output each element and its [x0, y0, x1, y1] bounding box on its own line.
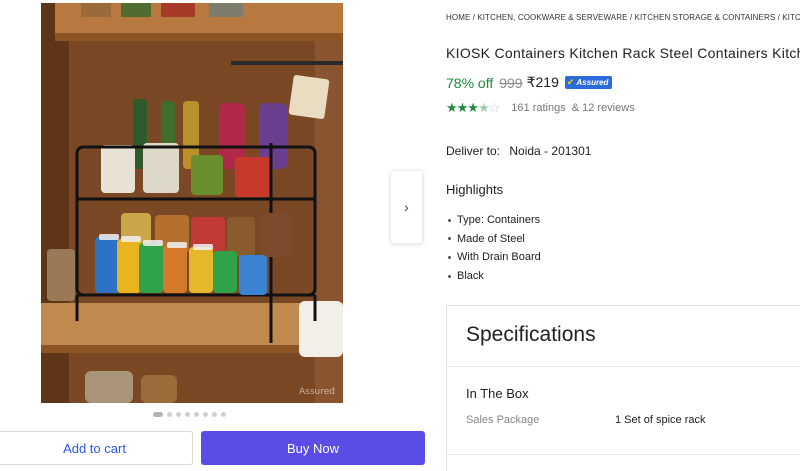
star-rating-icon: ★★★★☆: [446, 100, 500, 115]
highlight-item: Type: Containers: [446, 211, 541, 230]
product-gallery: Assured › Add to cart Buy Now: [0, 0, 430, 471]
delivery-location[interactable]: Deliver to: Noida - 201301: [446, 144, 591, 158]
discount-percent: 78% off: [446, 74, 494, 91]
spec-row: Sales Package 1 Set of spice rack: [466, 414, 706, 426]
divider: [447, 454, 800, 455]
reviews-count[interactable]: & 12 reviews: [572, 102, 635, 114]
bullet-icon: [448, 255, 451, 259]
breadcrumb[interactable]: HOME / KITCHEN, COOKWARE & SERVEWARE / K…: [446, 13, 800, 22]
price-row: 78% off 999 ₹219 ✔ Assured: [446, 74, 613, 91]
highlights-heading: Highlights: [446, 182, 504, 197]
image-pagination-dots: [153, 412, 226, 417]
assured-label: Assured: [576, 78, 609, 87]
original-price: 999: [499, 74, 523, 91]
pagination-dot[interactable]: [221, 412, 226, 417]
divider: [447, 366, 800, 367]
product-details: HOME / KITCHEN, COOKWARE & SERVEWARE / K…: [446, 0, 800, 471]
highlight-text: With Drain Board: [457, 251, 541, 264]
bullet-icon: [448, 218, 451, 222]
highlight-item: Made of Steel: [446, 230, 541, 249]
spec-section-title: In The Box: [466, 386, 529, 401]
pagination-dot[interactable]: [194, 412, 199, 417]
specifications-heading: Specifications: [466, 323, 596, 346]
pagination-dot[interactable]: [203, 412, 208, 417]
specifications-card: Specifications In The Box Sales Package …: [446, 305, 800, 471]
add-to-cart-button[interactable]: Add to cart: [0, 431, 193, 465]
bullet-icon: [448, 237, 451, 241]
spec-value: 1 Set of spice rack: [615, 414, 706, 426]
pagination-dot[interactable]: [185, 412, 190, 417]
highlight-item: Black: [446, 267, 541, 286]
selling-price: ₹219: [526, 74, 559, 90]
highlight-text: Black: [457, 270, 484, 283]
spec-key: Sales Package: [466, 414, 540, 426]
product-image-illustration: [41, 3, 343, 403]
rating-row: ★★★★☆ 161 ratings & 12 reviews: [446, 100, 635, 116]
assured-badge: ✔ Assured: [564, 76, 613, 89]
chevron-right-icon: ›: [404, 199, 409, 215]
bullet-icon: [448, 274, 451, 278]
product-title: KIOSK Containers Kitchen Rack Steel Cont…: [446, 45, 800, 61]
deliver-pincode[interactable]: Noida - 201301: [509, 144, 591, 158]
pagination-dot[interactable]: [167, 412, 172, 417]
next-image-button[interactable]: ›: [390, 170, 423, 244]
highlight-text: Made of Steel: [457, 232, 525, 245]
deliver-label: Deliver to:: [446, 144, 501, 158]
highlight-text: Type: Containers: [457, 214, 541, 227]
pagination-dot[interactable]: [153, 412, 163, 417]
assured-check-icon: ✔: [566, 77, 575, 87]
highlight-item: With Drain Board: [446, 248, 541, 267]
pagination-dot[interactable]: [176, 412, 181, 417]
image-watermark: Assured: [299, 387, 335, 397]
buy-now-button[interactable]: Buy Now: [201, 431, 425, 465]
highlights-list: Type: Containers Made of Steel With Drai…: [446, 211, 541, 285]
ratings-count[interactable]: 161 ratings: [511, 102, 565, 114]
pagination-dot[interactable]: [212, 412, 217, 417]
product-image[interactable]: Assured: [41, 3, 343, 403]
